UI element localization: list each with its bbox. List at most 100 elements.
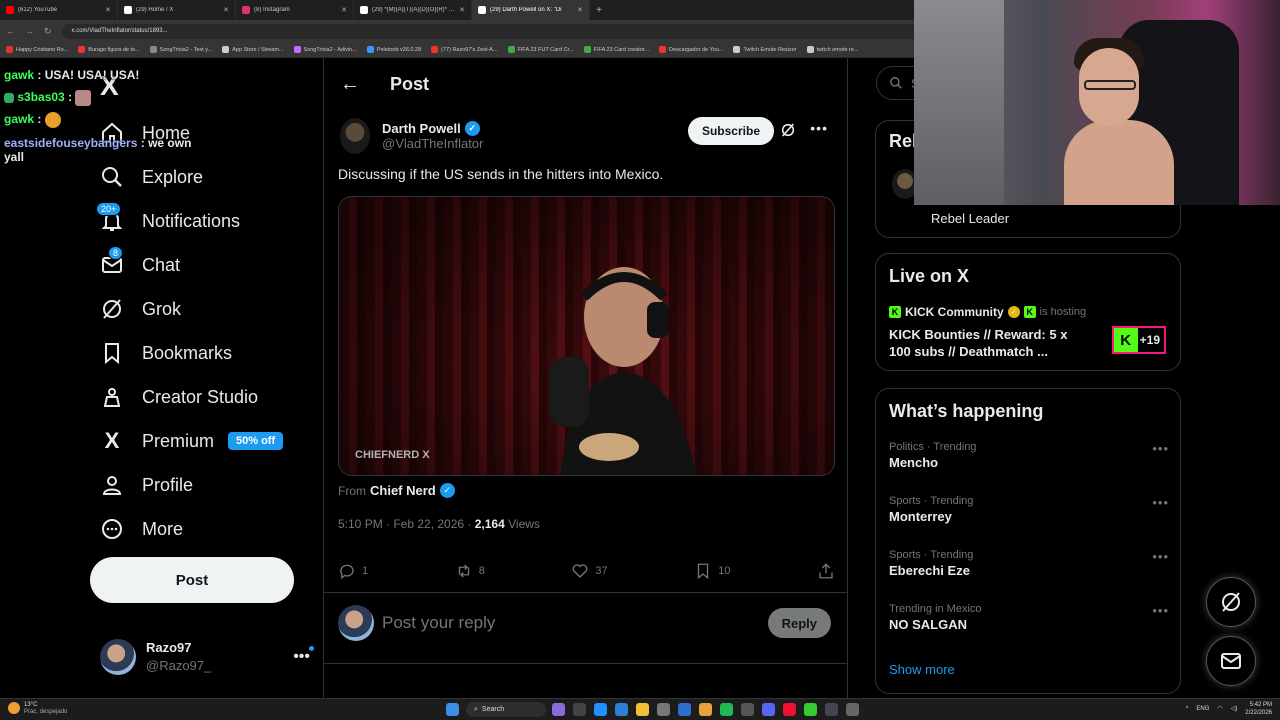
- sidebar-item-premium[interactable]: X Premium 50% off: [100, 421, 284, 461]
- volume-icon[interactable]: ◁): [1231, 705, 1238, 713]
- folder-icon[interactable]: [636, 703, 649, 716]
- author-name[interactable]: Darth Powell: [382, 121, 461, 136]
- browser-tab-active[interactable]: (29) Darth Powell on X: "Di ✕: [472, 0, 590, 20]
- reply-button[interactable]: Reply: [767, 608, 831, 638]
- post-more-icon[interactable]: •••: [810, 120, 828, 136]
- taskbar-apps: [552, 703, 859, 716]
- chrome-icon[interactable]: [699, 703, 712, 716]
- live-host-row[interactable]: K KICK Community ✓ K is hosting: [889, 305, 1086, 319]
- bookmark-action[interactable]: 10: [694, 562, 730, 580]
- trend-more-icon[interactable]: •••: [1152, 441, 1169, 456]
- reply-input[interactable]: Post your reply: [382, 613, 495, 633]
- bookmark-item[interactable]: SongTrivia2 - Test y...: [149, 46, 212, 53]
- messages-floating-button[interactable]: [1206, 636, 1256, 686]
- trend-item[interactable]: Sports · Trending Monterrey •••: [889, 495, 1169, 524]
- trend-more-icon[interactable]: •••: [1152, 603, 1169, 618]
- close-tab-icon[interactable]: ✕: [341, 6, 347, 14]
- author-handle[interactable]: @VladTheInflator: [382, 136, 483, 151]
- taskbar-app-icon[interactable]: [783, 703, 796, 716]
- new-tab-button[interactable]: +: [590, 5, 608, 16]
- trend-more-icon[interactable]: •••: [1152, 495, 1169, 510]
- url-input[interactable]: x.com/VladTheInflator/status/1893...: [61, 23, 922, 39]
- spotify-icon[interactable]: [720, 703, 733, 716]
- subscribe-button[interactable]: Subscribe: [687, 117, 774, 145]
- show-more-link[interactable]: Show more: [889, 662, 955, 677]
- taskbar-app-icon[interactable]: [804, 703, 817, 716]
- bookmark-item[interactable]: Twitch Emote Resizer: [733, 46, 797, 53]
- sidebar-item-profile[interactable]: Profile: [100, 465, 193, 505]
- live-listeners[interactable]: K +19: [1111, 326, 1166, 354]
- reply-composer: Post your reply Reply: [324, 592, 847, 664]
- taskbar-app-icon[interactable]: [741, 703, 754, 716]
- taskbar-search[interactable]: ⌕ Search: [466, 702, 546, 717]
- taskbar-app-icon[interactable]: [552, 703, 565, 716]
- taskbar-app-icon[interactable]: [678, 703, 691, 716]
- bookmark-item[interactable]: App Store / Stream...: [222, 46, 284, 53]
- webcam-overlay: [914, 0, 1280, 205]
- post-timestamp[interactable]: 5:10 PM · Feb 22, 2026 ·: [338, 517, 471, 531]
- reload-icon[interactable]: ↻: [44, 26, 52, 37]
- grok-icon[interactable]: [780, 122, 796, 141]
- kick-logo-icon: K: [1113, 328, 1138, 352]
- author-avatar[interactable]: [340, 118, 370, 154]
- trend-item[interactable]: Sports · Trending Eberechi Eze •••: [889, 549, 1169, 578]
- post-video[interactable]: CHIEFNERD X: [338, 196, 835, 476]
- back-nav-icon[interactable]: ←: [6, 26, 15, 36]
- account-more-icon[interactable]: •••: [293, 646, 314, 666]
- sidebar-item-grok[interactable]: Grok: [100, 289, 181, 329]
- share-action[interactable]: [817, 562, 835, 580]
- bookmark-item[interactable]: SongTrivia2 - Adivin...: [293, 46, 357, 53]
- sidebar-item-more[interactable]: More: [100, 509, 183, 549]
- browser-tab[interactable]: (612) YouTube ✕: [0, 0, 118, 20]
- source-link[interactable]: Chief Nerd: [370, 483, 436, 498]
- trend-item[interactable]: Trending in Mexico NO SALGAN •••: [889, 603, 1169, 632]
- bookmark-item[interactable]: twitch emote re...: [806, 46, 859, 53]
- bookmark-item[interactable]: Descargador de You...: [659, 46, 723, 53]
- weather-widget[interactable]: 13°C Prac. despejado: [8, 702, 67, 716]
- taskbar-app-icon[interactable]: [846, 703, 859, 716]
- browser-tab[interactable]: (29) *(M)(A)(T)(A)(D)(O)(R)* on ✕: [354, 0, 472, 20]
- grok-floating-button[interactable]: [1206, 577, 1256, 627]
- discord-icon[interactable]: [762, 703, 775, 716]
- taskbar-start: [446, 703, 459, 716]
- post-header: ← Post: [324, 58, 847, 110]
- close-tab-icon[interactable]: ✕: [577, 6, 583, 14]
- taskbar-app-icon[interactable]: [615, 703, 628, 716]
- sidebar-item-notifications[interactable]: 20+ Notifications: [96, 201, 240, 241]
- bookmark-item[interactable]: (77) Razo97's Zest-A...: [431, 46, 498, 53]
- clock[interactable]: 5:42 PM 2/22/2026: [1245, 701, 1272, 717]
- bookmark-item[interactable]: FIFA 23 FUT Card Cr...: [507, 46, 574, 53]
- obs-icon[interactable]: [825, 703, 838, 716]
- sidebar-item-creator-studio[interactable]: Creator Studio: [100, 377, 258, 417]
- post-button[interactable]: Post: [90, 557, 294, 603]
- language-indicator[interactable]: ENG: [1196, 705, 1209, 713]
- like-action[interactable]: 37: [571, 562, 608, 580]
- bookmark-item[interactable]: Peletoob v26.0.28: [366, 46, 421, 53]
- taskbar-app-icon[interactable]: [657, 703, 670, 716]
- sidebar-item-bookmarks[interactable]: Bookmarks: [100, 333, 232, 373]
- repost-action[interactable]: 8: [455, 562, 485, 580]
- windows-start-icon[interactable]: [446, 703, 459, 716]
- browser-tab[interactable]: (8) Instagram ✕: [236, 0, 354, 20]
- forward-nav-icon[interactable]: →: [25, 26, 34, 36]
- relevant-person-name[interactable]: Rebel Leader: [931, 211, 1009, 226]
- bookmark-item[interactable]: Burago figura de to...: [78, 46, 140, 53]
- taskbar-app-icon[interactable]: [573, 703, 586, 716]
- close-tab-icon[interactable]: ✕: [223, 6, 229, 14]
- back-arrow-icon[interactable]: ←: [340, 73, 360, 96]
- close-tab-icon[interactable]: ✕: [459, 6, 465, 14]
- tray-chevron-icon[interactable]: ^: [1186, 705, 1189, 713]
- bookmark-item[interactable]: Happy Cristiano Ro...: [6, 46, 68, 53]
- wifi-icon[interactable]: ◠: [1217, 705, 1222, 713]
- browser-tab[interactable]: (29) Home / X ✕: [118, 0, 236, 20]
- bell-icon: 20+: [96, 202, 124, 233]
- reply-action[interactable]: 1: [338, 562, 368, 580]
- bookmark-item[interactable]: FIFA 23 Card creator...: [583, 46, 649, 53]
- sidebar-item-chat[interactable]: 8 Chat: [100, 245, 180, 285]
- trend-item[interactable]: Politics · Trending Mencho •••: [889, 441, 1169, 470]
- edge-icon[interactable]: [594, 703, 607, 716]
- live-stream-title[interactable]: KICK Bounties // Reward: 5 x 100 subs //…: [889, 326, 1089, 360]
- trend-more-icon[interactable]: •••: [1152, 549, 1169, 564]
- account-switcher[interactable]: Razo97 @Razo97_ •••: [100, 636, 314, 678]
- close-tab-icon[interactable]: ✕: [105, 6, 111, 14]
